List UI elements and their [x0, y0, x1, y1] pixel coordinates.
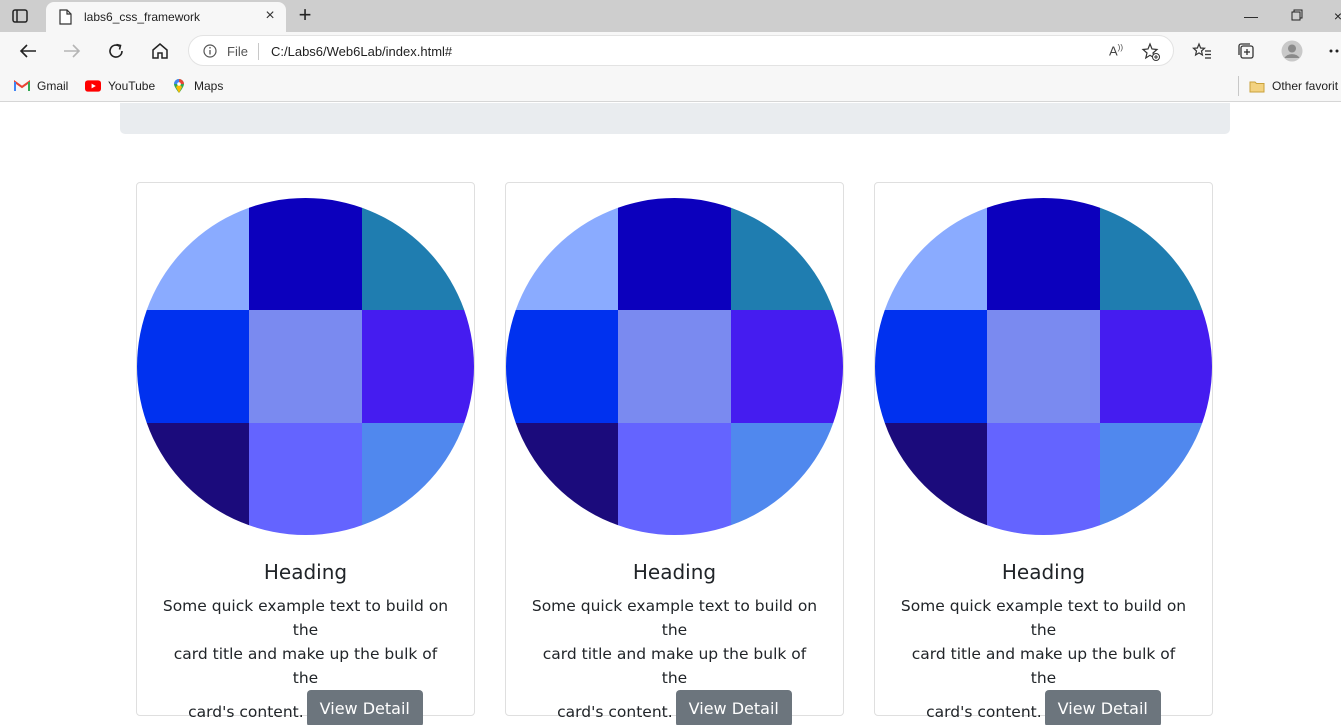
- bookmark-label: Maps: [194, 79, 224, 93]
- image-cell: [249, 423, 362, 535]
- image-cell: [987, 423, 1100, 535]
- maps-icon: [171, 78, 187, 94]
- image-cell: [249, 310, 362, 423]
- read-aloud-icon[interactable]: A)): [1109, 43, 1127, 61]
- collections-icon[interactable]: [1234, 39, 1258, 63]
- info-icon[interactable]: [203, 44, 217, 58]
- card-heading: Heading: [263, 560, 348, 584]
- card-text-line: Some quick example text to build on the: [900, 597, 1187, 639]
- image-cell: [618, 198, 731, 310]
- bookmark-gmail[interactable]: Gmail: [14, 77, 68, 95]
- card-image: [875, 198, 1212, 535]
- page-viewport: Heading Some quick example text to build…: [0, 103, 1341, 725]
- tab-bar: labs6_css_framework × + — ×: [0, 0, 1341, 32]
- home-icon[interactable]: [148, 39, 172, 63]
- bookmarks-bar: Gmail YouTube Maps Other favorit: [0, 70, 1341, 102]
- card-text-line: card's content.: [557, 703, 673, 721]
- card-heading: Heading: [1001, 560, 1086, 584]
- image-cell: [137, 310, 249, 423]
- image-cell: [618, 310, 731, 423]
- folder-icon: [1249, 78, 1265, 94]
- refresh-icon[interactable]: [104, 39, 128, 63]
- other-favorites-folder[interactable]: Other favorit: [1249, 77, 1338, 95]
- image-cell: [987, 198, 1100, 310]
- image-cell: [1100, 310, 1212, 423]
- favorites-icon[interactable]: [1190, 39, 1214, 63]
- card-text-line: Some quick example text to build on the: [531, 597, 818, 639]
- image-cell: [249, 198, 362, 310]
- minimize-button[interactable]: —: [1241, 6, 1261, 26]
- image-cell: [506, 423, 618, 535]
- card-text-line: Some quick example text to build on the: [162, 597, 449, 639]
- image-cell: [506, 310, 618, 423]
- image-cell: [875, 423, 987, 535]
- browser-tab[interactable]: labs6_css_framework ×: [46, 2, 286, 32]
- card: Heading Some quick example text to build…: [874, 182, 1213, 725]
- image-cell: [875, 198, 987, 310]
- close-tab-icon[interactable]: ×: [262, 8, 278, 24]
- bookmark-label: Gmail: [37, 79, 69, 93]
- card: Heading Some quick example text to build…: [136, 182, 475, 725]
- close-window-button[interactable]: ×: [1328, 6, 1341, 26]
- image-cell: [362, 310, 474, 423]
- address-scheme-label: File: [227, 44, 248, 59]
- image-cell: [362, 198, 474, 310]
- card-image: [137, 198, 474, 535]
- new-tab-button[interactable]: +: [294, 4, 316, 27]
- jumbotron: [120, 103, 1230, 134]
- card-text: Some quick example text to build on the …: [159, 594, 452, 725]
- image-cell: [731, 310, 843, 423]
- gmail-icon: [14, 78, 30, 94]
- bookmark-maps[interactable]: Maps: [171, 77, 223, 95]
- image-cell: [875, 310, 987, 423]
- image-cell: [987, 310, 1100, 423]
- image-cell: [362, 423, 474, 535]
- address-divider: [258, 43, 259, 60]
- add-favorite-icon[interactable]: [1141, 42, 1161, 62]
- view-detail-button[interactable]: View Detail: [675, 690, 792, 725]
- card-text-line: card's content.: [926, 703, 1042, 721]
- card-text-line: card's content.: [188, 703, 304, 721]
- address-bar[interactable]: File C:/Labs6/Web6Lab/index.html# A)): [188, 35, 1174, 66]
- bookmarks-divider: [1238, 76, 1239, 96]
- browser-toolbar: File C:/Labs6/Web6Lab/index.html# A)): [0, 32, 1341, 70]
- card: Heading Some quick example text to build…: [505, 182, 844, 725]
- card-image: [506, 198, 843, 535]
- image-cell: [731, 423, 843, 535]
- image-cell: [618, 423, 731, 535]
- page-icon: [58, 9, 74, 25]
- image-cell: [1100, 198, 1212, 310]
- youtube-icon: [85, 78, 101, 94]
- other-favorites-label: Other favorit: [1272, 79, 1339, 93]
- view-detail-button[interactable]: View Detail: [1044, 690, 1161, 725]
- card-text: Some quick example text to build on the …: [897, 594, 1190, 725]
- image-cell: [137, 423, 249, 535]
- bookmark-youtube[interactable]: YouTube: [85, 77, 155, 95]
- card-text-line: card title and make up the bulk of the: [173, 645, 438, 687]
- restore-button[interactable]: [1287, 6, 1307, 26]
- forward-icon[interactable]: [60, 39, 84, 63]
- more-menu-icon[interactable]: [1325, 39, 1341, 63]
- card-text-line: card title and make up the bulk of the: [911, 645, 1176, 687]
- profile-avatar[interactable]: [1280, 39, 1304, 63]
- image-cell: [137, 198, 249, 310]
- image-cell: [506, 198, 618, 310]
- tab-title: labs6_css_framework: [84, 10, 201, 24]
- url-text[interactable]: C:/Labs6/Web6Lab/index.html#: [271, 44, 452, 59]
- image-cell: [731, 198, 843, 310]
- view-detail-button[interactable]: View Detail: [306, 690, 423, 725]
- card-heading: Heading: [632, 560, 717, 584]
- bookmark-label: YouTube: [108, 79, 156, 93]
- image-cell: [1100, 423, 1212, 535]
- back-icon[interactable]: [16, 39, 40, 63]
- card-text: Some quick example text to build on the …: [528, 594, 821, 725]
- tab-actions-icon[interactable]: [10, 7, 30, 25]
- card-text-line: card title and make up the bulk of the: [542, 645, 807, 687]
